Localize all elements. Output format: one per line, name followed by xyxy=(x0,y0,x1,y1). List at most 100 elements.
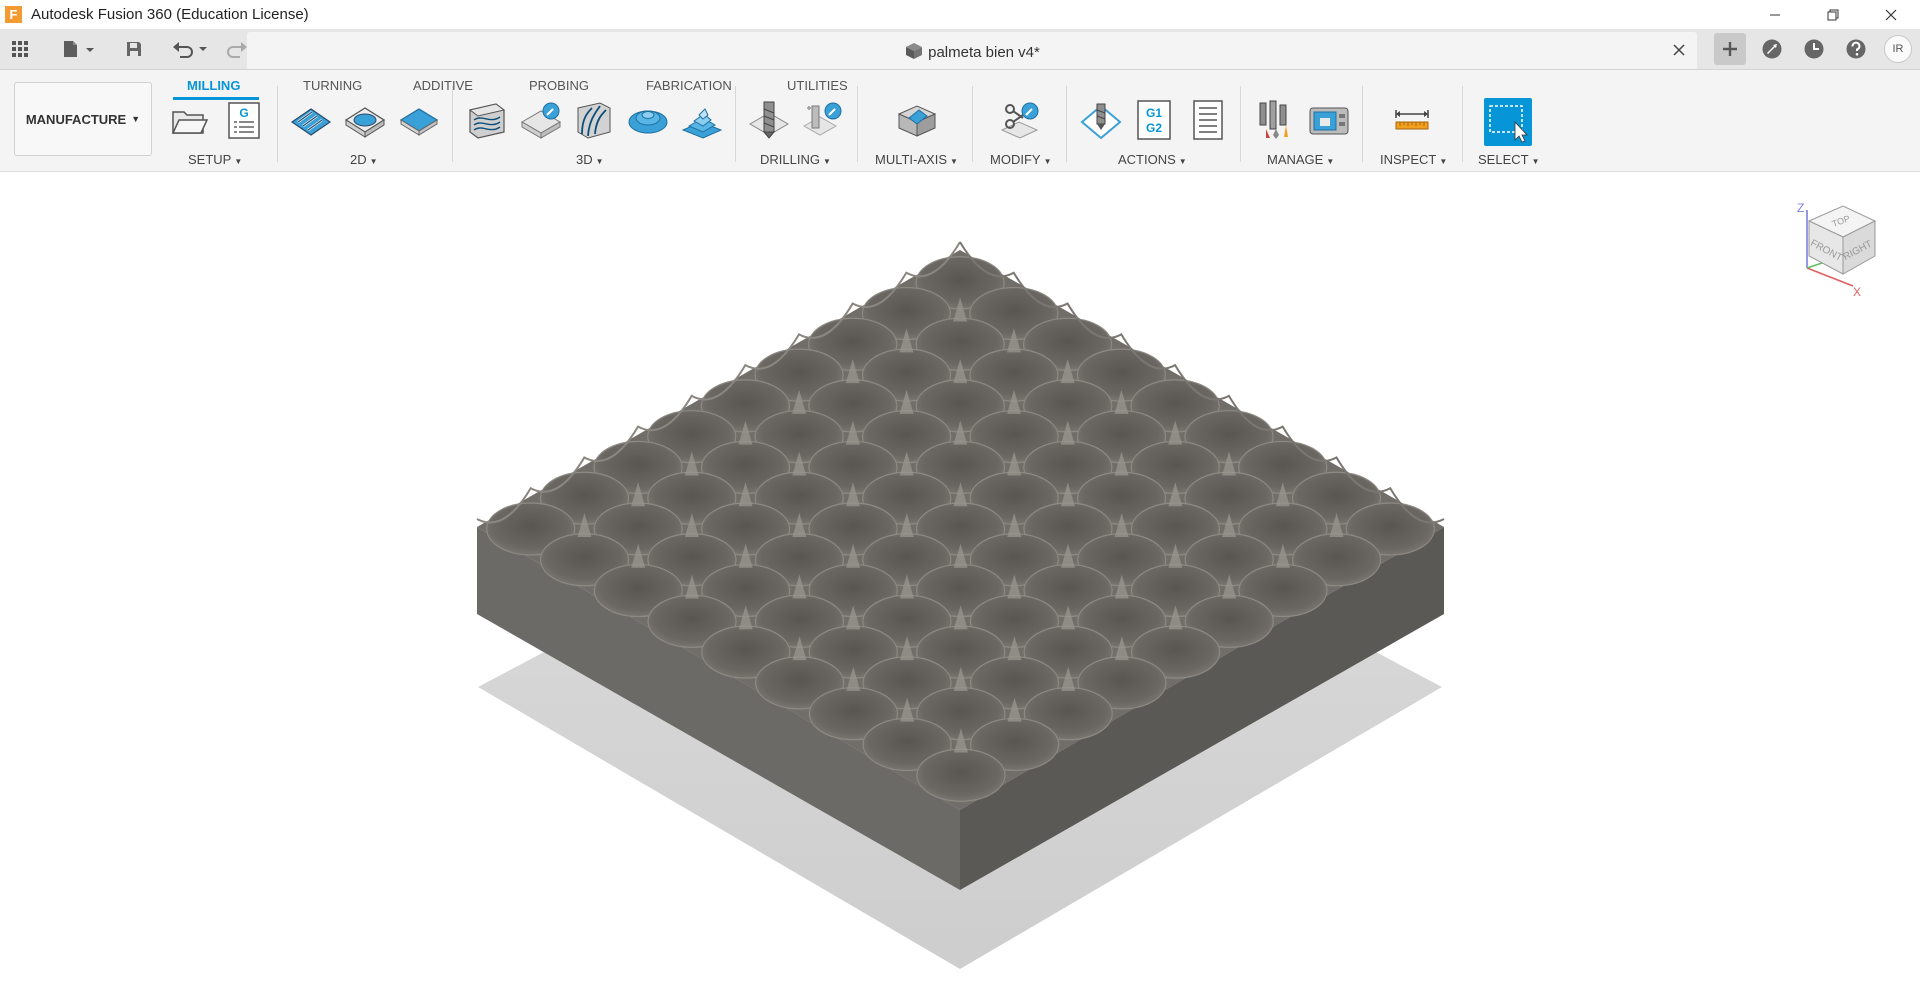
new-setup-tool[interactable] xyxy=(169,98,211,142)
close-document-button[interactable] xyxy=(1669,40,1689,60)
file-menu-button[interactable] xyxy=(52,29,106,69)
2d-pocket-tool[interactable] xyxy=(344,98,386,142)
manage-menu[interactable]: MANAGE ▼ xyxy=(1267,152,1334,167)
3d-scallop-icon xyxy=(628,110,668,134)
probe-icon xyxy=(802,102,842,136)
undo-button[interactable] xyxy=(164,29,218,69)
document-tab-title: palmeta bien v4* xyxy=(247,42,1697,61)
tab-probing[interactable]: PROBING xyxy=(529,74,589,98)
tab-fabrication[interactable]: FABRICATION xyxy=(646,74,732,98)
viewcube-graphic: Z X TOP FRONT RIGHT xyxy=(1797,201,1877,299)
chevron-down-icon: ▼ xyxy=(950,157,958,166)
close-window-button[interactable] xyxy=(1862,0,1920,29)
3d-contour-tool[interactable] xyxy=(572,98,614,142)
nc-program-icon: G xyxy=(228,102,260,139)
measure-tool[interactable] xyxy=(1391,98,1433,142)
post-process-tool[interactable]: G1 G2 xyxy=(1133,98,1175,142)
select-label: SELECT xyxy=(1478,152,1529,167)
g2-glyph: G2 xyxy=(1146,121,1162,135)
axis-z-label: Z xyxy=(1797,201,1804,215)
3d-adaptive-icon xyxy=(468,103,506,139)
inspect-menu[interactable]: INSPECT ▼ xyxy=(1380,152,1447,167)
inspect-label: INSPECT xyxy=(1380,152,1437,167)
simulate-tool[interactable] xyxy=(1080,98,1122,142)
modify-tool[interactable] xyxy=(999,98,1041,142)
user-profile-button[interactable]: IR xyxy=(1882,33,1914,65)
chevron-down-icon: ▼ xyxy=(1178,157,1187,166)
3d-pocket-tool[interactable] xyxy=(520,98,562,142)
tab-turning[interactable]: TURNING xyxy=(303,74,362,98)
3d-parallel-icon xyxy=(681,108,723,139)
job-status-button[interactable] xyxy=(1798,33,1830,65)
extensions-icon xyxy=(1762,39,1782,59)
setup-folder-icon xyxy=(171,111,209,134)
chevron-down-icon: ▼ xyxy=(369,157,378,166)
3d-parallel-tool[interactable] xyxy=(681,98,723,142)
minimize-button[interactable] xyxy=(1746,0,1804,29)
viewcube[interactable]: Z X TOP FRONT RIGHT xyxy=(1785,200,1895,300)
help-icon xyxy=(1846,39,1866,59)
3d-pocket-icon xyxy=(521,102,561,139)
save-icon xyxy=(127,42,141,56)
close-icon xyxy=(1885,9,1897,20)
selection-box-icon xyxy=(1489,105,1528,143)
new-tab-button[interactable] xyxy=(1714,33,1746,65)
multi-axis-tool[interactable] xyxy=(895,98,937,142)
multi-axis-icon xyxy=(897,105,937,137)
multi-axis-label: MULTI-AXIS xyxy=(875,152,947,167)
separator xyxy=(972,86,973,162)
select-menu[interactable]: SELECT ▼ xyxy=(1478,152,1540,167)
toolbar-ribbon: MANUFACTURE ▼ MILLING TURNING ADDITIVE P… xyxy=(0,70,1920,172)
separator xyxy=(1066,86,1067,162)
simulate-icon xyxy=(1080,103,1122,140)
window-select-tool[interactable] xyxy=(1484,98,1532,146)
data-panel-button[interactable] xyxy=(0,29,40,69)
axis-x-label: X xyxy=(1853,285,1861,299)
3d-adaptive-clearing-tool[interactable] xyxy=(466,98,508,142)
restore-button[interactable] xyxy=(1804,0,1862,29)
tab-utilities[interactable]: UTILITIES xyxy=(787,74,848,98)
canvas-viewport[interactable]: Z X TOP FRONT RIGHT xyxy=(0,172,1920,1001)
face-icon xyxy=(399,108,439,136)
tab-additive[interactable]: ADDITIVE xyxy=(413,74,473,98)
drilling-menu[interactable]: DRILLING ▼ xyxy=(760,152,831,167)
3d-label: 3D xyxy=(576,152,593,167)
separator xyxy=(1362,86,1363,162)
modify-menu[interactable]: MODIFY ▼ xyxy=(990,152,1051,167)
2d-menu[interactable]: 2D ▼ xyxy=(350,152,378,167)
chevron-down-icon: ▼ xyxy=(595,157,604,166)
workspace-label: MANUFACTURE xyxy=(25,111,127,127)
save-button[interactable] xyxy=(112,29,156,69)
model-canvas[interactable] xyxy=(0,172,1920,1001)
document-name: palmeta bien v4* xyxy=(928,44,1040,61)
clock-icon xyxy=(1804,39,1824,59)
extensions-button[interactable] xyxy=(1756,33,1788,65)
chevron-down-icon: ▼ xyxy=(234,157,243,166)
2d-pocket-icon xyxy=(344,107,386,138)
face-tool[interactable] xyxy=(398,98,440,142)
window-title-bar: F Autodesk Fusion 360 (Education License… xyxy=(0,0,1920,29)
actions-menu[interactable]: ACTIONS ▼ xyxy=(1118,152,1187,167)
machine-library-tool[interactable] xyxy=(1308,98,1350,142)
setup-sheet-tool[interactable] xyxy=(1187,98,1229,142)
multi-axis-menu[interactable]: MULTI-AXIS ▼ xyxy=(875,152,958,167)
workspace-switcher[interactable]: MANUFACTURE ▼ xyxy=(14,82,152,156)
2d-adaptive-clearing-tool[interactable] xyxy=(290,98,332,142)
machine-library-icon xyxy=(1309,107,1349,135)
nc-program-glyph: G xyxy=(239,106,248,120)
help-button[interactable] xyxy=(1840,33,1872,65)
setup-menu[interactable]: SETUP ▼ xyxy=(188,152,242,167)
tab-milling[interactable]: MILLING xyxy=(187,74,240,98)
nc-program-tool[interactable]: G xyxy=(223,98,265,142)
3d-scallop-tool[interactable] xyxy=(627,98,669,142)
document-tab[interactable]: palmeta bien v4* xyxy=(247,32,1697,69)
drilling-label: DRILLING xyxy=(760,152,820,167)
3d-menu[interactable]: 3D ▼ xyxy=(576,152,604,167)
tool-library-tool[interactable] xyxy=(1254,98,1296,142)
separator xyxy=(735,86,736,162)
undo-icon xyxy=(173,42,207,58)
drill-tool[interactable] xyxy=(748,98,790,142)
fusion-logo: F xyxy=(5,6,22,23)
measure-icon xyxy=(1395,110,1429,130)
probe-wcs-tool[interactable] xyxy=(802,98,844,142)
